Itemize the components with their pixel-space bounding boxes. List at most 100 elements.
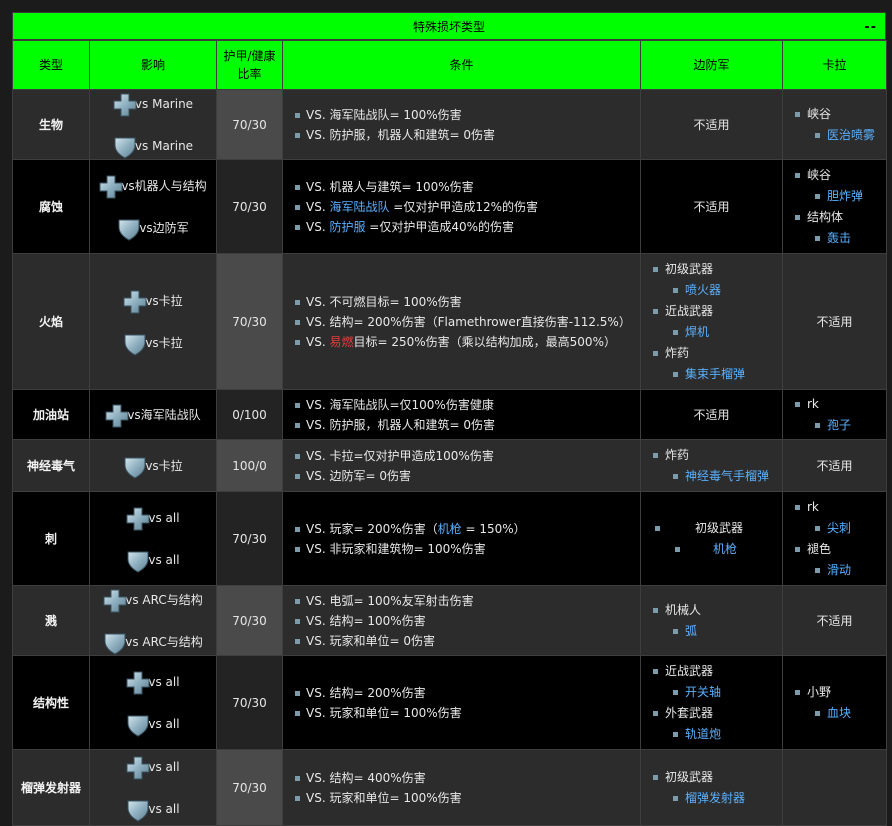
condition-prefix: VS. <box>306 199 330 214</box>
condition-cell: VS. 海军陆战队= 100%伤害 VS. 防护服，机器人和建筑= 0伤害 <box>282 89 641 160</box>
weapon-link[interactable]: 滑动 <box>795 559 886 581</box>
condition-item: VS. 玩家和单位= 100%伤害 <box>295 788 640 808</box>
condition-item: VS. 海军陆战队= 100%伤害 <box>295 105 640 125</box>
condition-item: VS. 卡拉=仅对护甲造成100%伤害 <box>295 446 640 466</box>
damage-type-name: 生物 <box>12 89 90 160</box>
condition-prefix: VS. <box>306 334 330 349</box>
effect-health-text: vs ARC与结构 <box>125 593 203 607</box>
health-cross-icon <box>126 756 148 778</box>
kara-cell: 峡谷 医治喷雾 <box>782 89 887 160</box>
panel-title: 特殊损坏类型 <box>412 19 485 34</box>
effect-cell: vs ARC与结构 vs ARC与结构 <box>89 585 217 656</box>
condition-cell: VS. 海军陆战队=仅100%伤害健康 VS. 防护服，机器人和建筑= 0伤害 <box>282 389 641 440</box>
effect-health-text: vs Marine <box>134 96 194 111</box>
condition-item: VS. 玩家= 200%伤害（机枪 = 150%） <box>295 519 640 539</box>
condition-item: VS. 电弧= 100%友军射击伤害 <box>295 591 640 611</box>
condition-item: VS. 海军陆战队 =仅对护甲造成12%的伤害 <box>295 197 640 217</box>
armor-shield-icon <box>123 455 145 477</box>
machine-gun-link[interactable]: 机枪 <box>438 522 462 536</box>
condition-item: VS. 不可燃目标= 100%伤害 <box>295 292 640 312</box>
ratio-cell: 70/30 <box>216 253 283 390</box>
condition-item: VS. 海军陆战队=仅100%伤害健康 <box>295 395 640 415</box>
marine-link[interactable]: 海军陆战队 <box>329 200 389 214</box>
damage-type-name: 腐蚀 <box>12 159 90 254</box>
condition-cell: VS. 结构= 400%伤害 VS. 玩家和单位= 100%伤害 <box>282 749 641 826</box>
borderguard-cell: 初级武器 喷火器 近战武器 焊机 炸药 集束手榴弹 <box>640 253 783 390</box>
header-row: 类型 影响 护甲/健康 比率 条件 边防军 卡拉 <box>12 40 887 90</box>
effect-armor: vs Marine <box>113 135 193 157</box>
borderguard-cell: 不适用 <box>640 389 783 440</box>
effect-armor-text: vs卡拉 <box>145 459 183 473</box>
health-cross-icon <box>123 290 145 312</box>
effect-armor-text: vs ARC与结构 <box>125 635 203 649</box>
damage-type-name: 结构性 <box>12 655 90 750</box>
condition-item: VS. 防护服，机器人和建筑= 0伤害 <box>295 415 640 435</box>
effect-health: vs卡拉 <box>123 290 183 312</box>
armor-shield-icon <box>103 631 125 653</box>
condition-suffix: 目标= 250%伤害（乘以结构加成，最高500%） <box>353 334 616 349</box>
weapon-group: 外套武器 <box>653 703 782 723</box>
effect-health-text: vs all <box>148 674 180 689</box>
weapon-group: 近战武器 <box>653 301 782 321</box>
damage-type-name: 火焰 <box>12 253 90 390</box>
weapon-link[interactable]: 血块 <box>795 702 886 724</box>
condition-cell: VS. 玩家= 200%伤害（机枪 = 150%） VS. 非玩家和建筑物= 1… <box>282 491 641 586</box>
exosuit-link[interactable]: 防护服 <box>329 220 365 234</box>
armor-shield-icon <box>117 217 139 239</box>
armor-shield-icon <box>123 332 145 354</box>
effect-health: vs海军陆战队 <box>105 404 201 426</box>
damage-type-table: 类型 影响 护甲/健康 比率 条件 边防军 卡拉 生物 vs Marine vs … <box>12 40 887 826</box>
effect-armor-text: vs Marine <box>134 138 194 153</box>
effect-armor-text: vs all <box>148 801 180 816</box>
table-row: 刺 vs all vs all 70/30 VS. 玩家= 200%伤害（机枪 … <box>12 491 887 586</box>
effect-health-text: vs卡拉 <box>145 294 183 308</box>
collapse-toggle[interactable]: -- <box>864 20 877 35</box>
effect-armor-text: vs all <box>148 552 180 567</box>
effect-health-text: vs机器人与结构 <box>121 179 207 193</box>
armor-shield-icon <box>113 135 135 157</box>
borderguard-cell: 近战武器 开关轴 外套武器 轨道炮 <box>640 655 783 750</box>
health-cross-icon <box>99 175 121 197</box>
weapon-link[interactable]: 孢子 <box>795 414 886 436</box>
weapon-group: rk <box>795 394 886 414</box>
weapon-group: 近战武器 <box>653 661 782 681</box>
effect-cell: vs Marine vs Marine <box>89 89 217 160</box>
weapon-group: 炸药 <box>653 343 782 363</box>
condition-item: VS. 玩家和单位= 100%伤害 <box>295 703 640 723</box>
condition-cell: VS. 不可燃目标= 100%伤害 VS. 结构= 200%伤害（Flameth… <box>282 253 641 390</box>
condition-item: VS. 玩家和单位= 0伤害 <box>295 631 640 651</box>
weapon-link[interactable]: 轨道炮 <box>653 723 782 745</box>
condition-item: VS. 机器人与建筑= 100%伤害 <box>295 177 640 197</box>
kara-cell: 不适用 <box>782 439 887 492</box>
weapon-link[interactable]: 医治喷雾 <box>795 124 886 146</box>
weapon-link[interactable]: 轰击 <box>795 227 886 249</box>
weapon-link[interactable]: 喷火器 <box>653 279 782 301</box>
ratio-cell: 70/30 <box>216 159 283 254</box>
weapon-link[interactable]: 弧 <box>653 620 782 642</box>
effect-cell: vs海军陆战队 <box>89 389 217 440</box>
effect-armor: vs all <box>126 798 180 820</box>
weapon-link[interactable]: 焊机 <box>653 321 782 343</box>
weapon-link[interactable]: 尖刺 <box>795 517 886 539</box>
weapon-link[interactable]: 胆炸弹 <box>795 185 886 207</box>
kara-cell: 不适用 <box>782 253 887 390</box>
weapon-link[interactable]: 榴弹发射器 <box>653 787 782 809</box>
health-cross-icon <box>105 404 127 426</box>
condition-suffix: = 150%） <box>461 521 526 536</box>
weapon-group: 炸药 <box>653 445 782 465</box>
effect-armor: vs all <box>126 549 180 571</box>
armor-shield-icon <box>126 549 148 571</box>
weapon-group: 峡谷 <box>795 165 886 185</box>
weapon-link[interactable]: 机枪 <box>655 538 782 560</box>
borderguard-cell: 机械人 弧 <box>640 585 783 656</box>
weapon-link[interactable]: 神经毒气手榴弹 <box>653 465 782 487</box>
weapon-group: 褪色 <box>795 539 886 559</box>
damage-type-name: 溅 <box>12 585 90 656</box>
kara-cell: 不适用 <box>782 585 887 656</box>
weapon-link[interactable]: 集束手榴弹 <box>653 363 782 385</box>
special-damage-panel: 特殊损坏类型 -- 类型 影响 护甲/健康 比率 条件 边防军 卡拉 生物 vs… <box>12 12 887 826</box>
effect-health: vs all <box>126 756 180 778</box>
health-cross-icon <box>126 507 148 529</box>
weapon-link[interactable]: 开关轴 <box>653 681 782 703</box>
health-cross-icon <box>126 671 148 693</box>
